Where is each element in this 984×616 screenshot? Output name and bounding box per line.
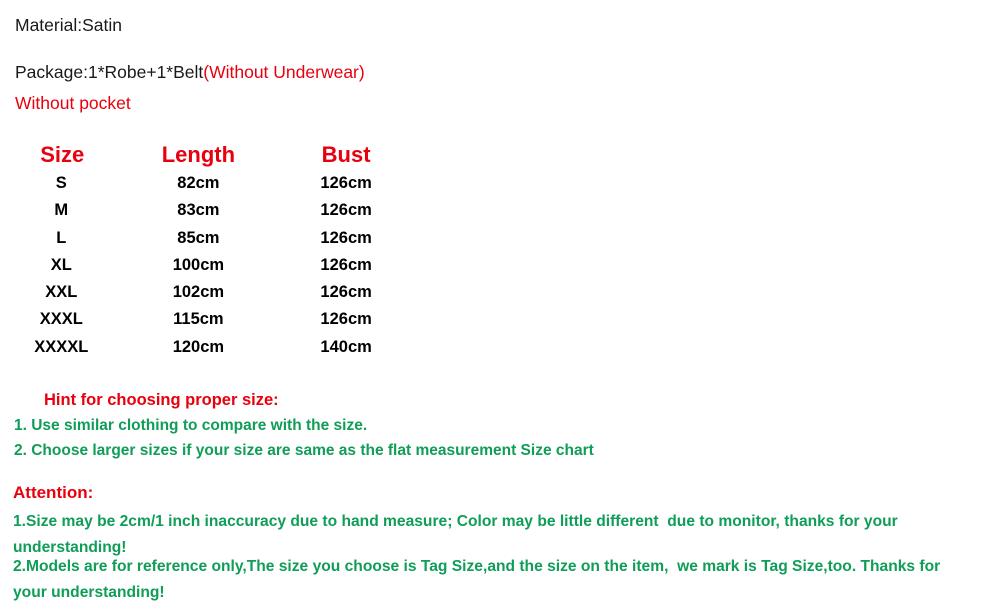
hint-item-2: 2. Choose larger sizes if your size are …	[14, 442, 594, 459]
cell-bust: 140cm	[320, 337, 372, 356]
package-note: (Without Underwear)	[203, 62, 365, 82]
table-row: XXXXL 120cm 140cm	[0, 334, 420, 361]
hint-item-1: 1. Use similar clothing to compare with …	[14, 417, 368, 434]
package-label: Package:1*Robe+1*Belt	[15, 62, 204, 82]
cell-bust: 126cm	[320, 283, 372, 302]
pocket-note: Without pocket	[15, 93, 131, 113]
cell-size: XL	[50, 255, 72, 274]
table-header-row: Size Length Bust	[0, 138, 420, 170]
cell-size: XXXL	[39, 310, 83, 329]
cell-bust: 126cm	[320, 201, 372, 220]
cell-bust: 126cm	[320, 174, 372, 192]
size-table-head: Size Length Bust	[0, 138, 420, 170]
cell-bust: 126cm	[320, 255, 372, 274]
cell-length: 102cm	[172, 283, 225, 302]
package-line: Package:1*Robe+1*Belt(Without Underwear)	[15, 61, 365, 83]
cell-length: 120cm	[172, 337, 225, 356]
cell-length: 82cm	[177, 174, 220, 192]
table-row: M 83cm 126cm	[0, 197, 420, 224]
cell-length: 115cm	[173, 310, 224, 329]
size-chart-table: Size Length Bust S 82cm 126cm M 83cm 126…	[0, 138, 420, 361]
table-row: XXXL 115cm 126cm	[0, 306, 420, 333]
cell-size: S	[55, 174, 67, 192]
size-table-body: S 82cm 126cm M 83cm 126cm L 85cm 126cm X…	[0, 170, 420, 361]
cell-size: M	[54, 201, 69, 220]
attention-item-2: 2.Models are for reference only,The size…	[13, 558, 945, 601]
cell-bust: 126cm	[320, 310, 372, 329]
table-row: XXL 102cm 126cm	[0, 279, 420, 306]
cell-size: L	[56, 228, 67, 247]
size-table-element: Size Length Bust S 82cm 126cm M 83cm 126…	[0, 138, 420, 361]
header-length: Length	[161, 142, 236, 167]
cell-length: 83cm	[177, 201, 220, 220]
table-row: L 85cm 126cm	[0, 225, 420, 252]
hint-title: Hint for choosing proper size:	[44, 391, 279, 409]
material-line: Material:Satin	[15, 15, 122, 35]
table-row: XL 100cm 126cm	[0, 252, 420, 279]
header-size: Size	[40, 142, 85, 167]
cell-bust: 126cm	[320, 228, 372, 247]
header-bust: Bust	[321, 142, 371, 167]
cell-length: 85cm	[177, 228, 220, 247]
cell-size: XXL	[45, 283, 78, 302]
cell-size: XXXXL	[34, 337, 89, 356]
attention-title: Attention:	[13, 483, 94, 502]
table-row: S 82cm 126cm	[0, 170, 420, 197]
cell-length: 100cm	[172, 255, 225, 274]
size-chart-page: Material:Satin Package:1*Robe+1*Belt(Wit…	[0, 0, 984, 616]
